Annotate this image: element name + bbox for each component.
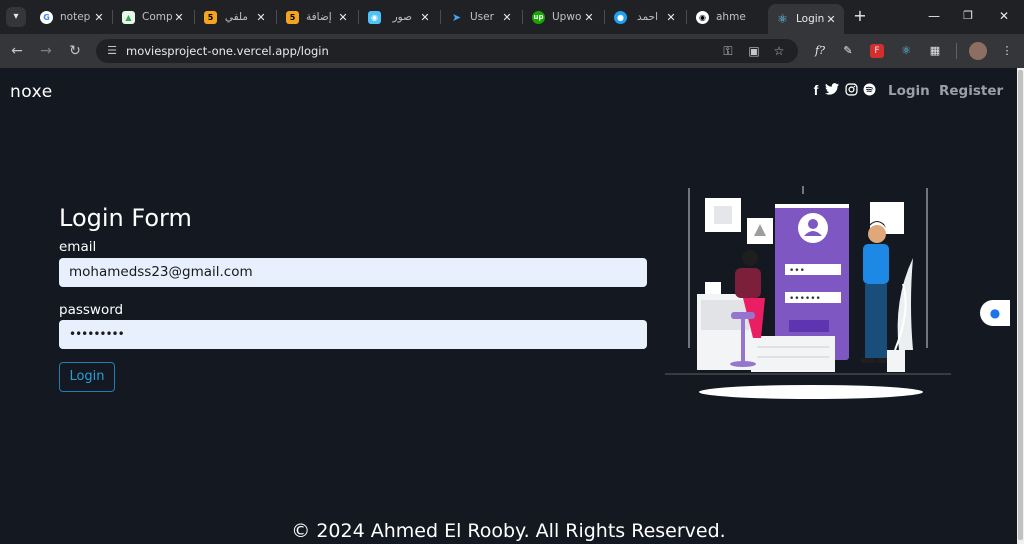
tab-title: إضافة: [306, 11, 332, 23]
tab-divider: [194, 10, 195, 24]
circle-icon: ●: [614, 10, 627, 24]
login-submit-button[interactable]: Login: [59, 362, 115, 392]
tab-strip: ▾ G notep ✕ ▲ Comp ✕ 5 ملفي ✕ 5 إضافة ✕ …: [0, 0, 1024, 34]
login-illustration: ••• ••••••: [665, 186, 955, 404]
restore-button[interactable]: ❐: [958, 8, 978, 24]
tab-divider: [604, 10, 605, 24]
tab-title: احمد: [637, 11, 658, 23]
password-label: password: [59, 302, 124, 318]
tab-divider: [522, 10, 523, 24]
fonts-extension-icon[interactable]: f?: [812, 43, 828, 59]
bookmark-star-icon[interactable]: ☆: [771, 44, 787, 58]
close-icon[interactable]: ✕: [418, 11, 432, 24]
profile-avatar[interactable]: [969, 42, 987, 60]
tab-divider: [112, 10, 113, 24]
close-icon[interactable]: ✕: [336, 11, 350, 24]
tab-divider: [358, 10, 359, 24]
bird-icon: ➤: [451, 10, 462, 24]
tab-ahmed[interactable]: ● احمد ✕: [606, 4, 684, 30]
url-text[interactable]: moviesproject-one.vercel.app/login: [126, 44, 329, 58]
github-icon: ◉: [696, 10, 709, 24]
tab-github[interactable]: ◉ ahme: [688, 4, 766, 30]
nav-login-link[interactable]: Login: [888, 83, 930, 99]
tab-divider: [440, 10, 441, 24]
tab-title: صور: [392, 11, 412, 23]
tab-title: ملفي: [224, 11, 248, 23]
floating-helper-button[interactable]: ●: [980, 300, 1010, 326]
facebook-icon[interactable]: f: [809, 83, 823, 97]
browser-toolbar: ← → ↻ ☰ moviesproject-one.vercel.app/log…: [0, 34, 1024, 68]
close-icon[interactable]: ✕: [254, 11, 268, 24]
html5-icon: 5: [204, 10, 217, 24]
tab-notepad[interactable]: G notep ✕: [32, 4, 112, 30]
tab-user[interactable]: ➤ User ✕: [442, 4, 520, 30]
minimize-button[interactable]: —: [924, 8, 944, 24]
tab-images[interactable]: ◉ صور ✕: [360, 4, 438, 30]
email-field[interactable]: mohamedss23@gmail.com: [59, 258, 647, 287]
close-icon[interactable]: ✕: [172, 11, 186, 24]
tab-login[interactable]: ⚛ Login ✕: [768, 4, 844, 34]
tab-upwork[interactable]: up Upwo ✕: [524, 4, 602, 30]
tab-title: Upwo: [552, 11, 582, 23]
upwork-icon: up: [532, 10, 545, 24]
password-key-icon[interactable]: ⚿: [720, 44, 736, 58]
close-icon[interactable]: ✕: [664, 11, 678, 24]
react-devtools-icon[interactable]: ⚛: [898, 43, 914, 59]
form-title: Login Form: [59, 204, 192, 232]
scrollbar-thumb[interactable]: [1018, 70, 1023, 540]
close-icon[interactable]: ✕: [582, 11, 596, 24]
tab-title: Login: [796, 13, 824, 25]
flash-extension-icon[interactable]: F: [870, 44, 884, 58]
tab-add[interactable]: 5 إضافة ✕: [278, 4, 356, 30]
nav-register-link[interactable]: Register: [939, 83, 1003, 99]
google-icon: G: [40, 10, 53, 24]
reload-button[interactable]: ↻: [66, 42, 84, 60]
extensions-puzzle-icon[interactable]: ▦: [927, 43, 943, 59]
tab-title: User: [470, 11, 494, 23]
tab-search-button[interactable]: ▾: [6, 7, 26, 27]
email-label: email: [59, 239, 97, 255]
compass-icon: ▲: [122, 10, 135, 24]
close-icon[interactable]: ✕: [824, 13, 838, 26]
tab-comp[interactable]: ▲ Comp ✕: [114, 4, 192, 30]
back-button[interactable]: ←: [8, 42, 26, 60]
instagram-icon[interactable]: [844, 83, 858, 97]
spotify-icon[interactable]: [862, 83, 876, 97]
footer-copyright: © 2024 Ahmed El Rooby. All Rights Reserv…: [291, 520, 726, 542]
tab-title: ahme: [716, 11, 746, 23]
menu-kebab-icon[interactable]: ⋮: [999, 43, 1015, 59]
image-icon: ◉: [368, 10, 381, 24]
forward-button[interactable]: →: [37, 42, 55, 60]
illus-password-1: •••: [789, 266, 805, 276]
password-field[interactable]: •••••••••: [59, 320, 647, 349]
tab-profile[interactable]: 5 ملفي ✕: [196, 4, 274, 30]
react-icon: ⚛: [777, 12, 788, 26]
close-icon[interactable]: ✕: [500, 11, 514, 24]
twitter-icon[interactable]: [825, 83, 839, 97]
site-info-icon[interactable]: ☰: [105, 44, 119, 58]
eyedropper-extension-icon[interactable]: ✎: [840, 43, 856, 59]
address-bar[interactable]: ☰ moviesproject-one.vercel.app/login ⚿ ▣…: [96, 39, 798, 63]
tab-title: notep: [60, 11, 91, 23]
new-tab-button[interactable]: +: [852, 8, 868, 24]
window-close-button[interactable]: ✕: [994, 8, 1014, 24]
brand-logo[interactable]: noxe: [10, 82, 53, 102]
tab-divider: [686, 10, 687, 24]
tab-title: Comp: [142, 11, 172, 23]
page-content: noxe f Login Register Login Form email m…: [0, 68, 1017, 544]
tab-divider: [276, 10, 277, 24]
install-app-icon[interactable]: ▣: [746, 44, 762, 58]
illus-password-2: ••••••: [789, 294, 821, 304]
toolbar-divider: [956, 43, 957, 59]
html5-icon: 5: [286, 10, 299, 24]
close-icon[interactable]: ✕: [92, 11, 106, 24]
